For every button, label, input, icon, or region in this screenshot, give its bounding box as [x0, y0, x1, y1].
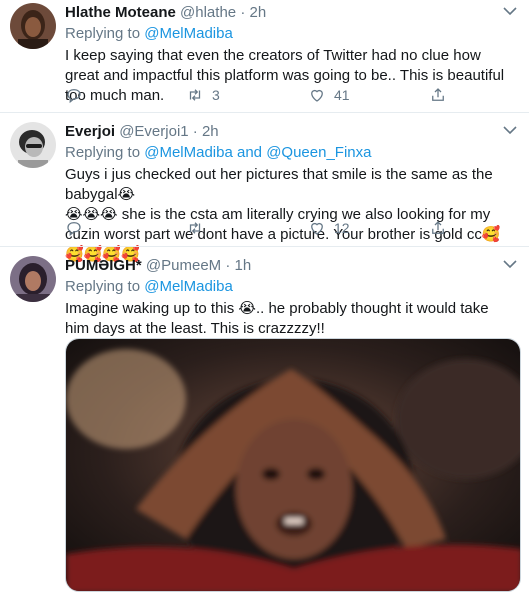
- heart-icon: [311, 89, 323, 102]
- retweet-button[interactable]: [186, 217, 212, 239]
- handle[interactable]: @Everjoi1: [119, 123, 188, 140]
- tweet-header: PUMƏIGH* @PumeeM · 1h: [65, 257, 252, 274]
- like-button[interactable]: 12: [308, 217, 350, 239]
- retweet-icon: [189, 89, 201, 101]
- retweet-count: 3: [212, 87, 220, 103]
- share-icon: [432, 88, 444, 101]
- like-button[interactable]: 41: [308, 84, 350, 106]
- handle[interactable]: @hlathe: [180, 4, 236, 21]
- reply-button[interactable]: [65, 217, 83, 239]
- tweet-text: Imagine waking up to this 😭.. he probabl…: [65, 300, 493, 337]
- tweet-media-gif[interactable]: [65, 338, 521, 592]
- gif-image: [66, 339, 520, 591]
- display-name[interactable]: Everjoi: [65, 123, 115, 140]
- replying-to: Replying to @MelMadiba and @Queen_Finxa: [65, 144, 372, 161]
- reply-icon: [67, 89, 81, 104]
- share-button[interactable]: [429, 217, 447, 239]
- tweet[interactable]: Everjoi @Everjoi1 · 2h Replying to @MelM…: [0, 113, 529, 263]
- replying-to: Replying to @MelMadiba: [65, 25, 233, 42]
- timestamp[interactable]: 2h: [249, 4, 266, 21]
- reply-icon: [67, 222, 81, 237]
- retweet-button[interactable]: 3: [186, 84, 220, 106]
- tweet-actions: 12: [65, 217, 455, 239]
- tweet-header: Everjoi @Everjoi1 · 2h: [65, 123, 219, 140]
- share-icon: [432, 221, 444, 234]
- tweet[interactable]: Hlathe Moteane @hlathe · 2h Replying to …: [0, 0, 529, 113]
- handle[interactable]: @PumeeM: [146, 257, 221, 274]
- display-name[interactable]: PUMƏIGH*: [65, 257, 142, 274]
- mention-link[interactable]: @MelMadiba: [144, 144, 233, 161]
- timestamp[interactable]: 1h: [235, 257, 252, 274]
- timestamp[interactable]: 2h: [202, 123, 219, 140]
- share-button[interactable]: [429, 84, 447, 106]
- replying-to: Replying to @MelMadiba: [65, 278, 233, 295]
- retweet-icon: [189, 222, 201, 234]
- tweet-actions: 3 41: [65, 84, 455, 106]
- like-count: 41: [334, 87, 350, 103]
- mention-link[interactable]: @Queen_Finxa: [266, 144, 371, 161]
- avatar[interactable]: [10, 256, 56, 302]
- avatar[interactable]: [10, 3, 56, 49]
- avatar[interactable]: [10, 122, 56, 168]
- mention-link[interactable]: @MelMadiba: [144, 25, 233, 42]
- tweet-header: Hlathe Moteane @hlathe · 2h: [65, 4, 267, 21]
- mention-link[interactable]: @MelMadiba: [144, 278, 233, 295]
- reply-button[interactable]: [65, 84, 83, 106]
- heart-icon: [311, 222, 323, 235]
- display-name[interactable]: Hlathe Moteane: [65, 4, 176, 21]
- like-count: 12: [334, 220, 350, 236]
